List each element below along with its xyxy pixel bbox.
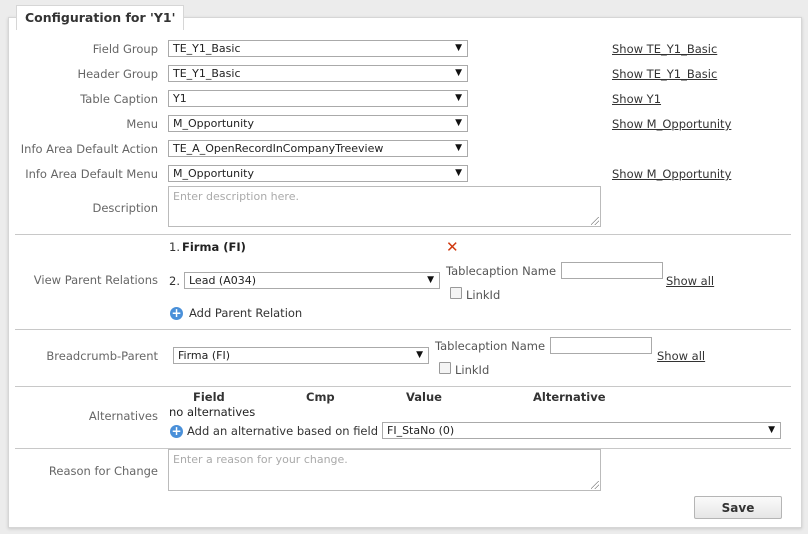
menu-select[interactable]: M_Opportunity ▼ [168, 115, 468, 132]
divider [15, 234, 791, 235]
info-area-default-menu-label: Info Area Default Menu [25, 167, 158, 181]
alternatives-header-cmp: Cmp [306, 390, 335, 404]
show-menu-link[interactable]: Show M_Opportunity [612, 117, 731, 131]
header-group-select[interactable]: TE_Y1_Basic ▼ [168, 65, 468, 82]
breadcrumb-tablecaption-input[interactable] [550, 337, 652, 354]
breadcrumb-linkid-checkbox[interactable] [439, 362, 451, 374]
info-area-default-action-label: Info Area Default Action [20, 142, 158, 156]
no-alternatives-text: no alternatives [169, 405, 256, 419]
breadcrumb-show-all-link[interactable]: Show all [657, 349, 705, 363]
chevron-down-icon: ▼ [455, 168, 462, 178]
chevron-down-icon: ▼ [416, 350, 423, 360]
parent-relation-1-value: Firma (FI) [182, 240, 246, 254]
info-area-default-menu-select[interactable]: M_Opportunity ▼ [168, 165, 468, 182]
reason-for-change-label: Reason for Change [48, 464, 158, 478]
page-title: Configuration for 'Y1' [16, 5, 185, 30]
add-alternative-link[interactable]: Add an alternative based on field [187, 424, 378, 438]
chevron-down-icon: ▼ [427, 275, 434, 285]
header-group-label: Header Group [77, 67, 158, 81]
divider [15, 329, 791, 330]
menu-label: Menu [126, 117, 158, 131]
description-placeholder: Enter description here. [173, 190, 299, 203]
reason-textarea[interactable]: Enter a reason for your change. [168, 449, 601, 491]
breadcrumb-linkid-label: LinkId [455, 363, 490, 377]
chevron-down-icon: ▼ [455, 68, 462, 78]
info-area-default-action-value: TE_A_OpenRecordInCompanyTreeview [173, 142, 384, 155]
resize-grip-icon[interactable] [591, 217, 599, 225]
table-caption-select[interactable]: Y1 ▼ [168, 90, 468, 107]
parent-tablecaption-label: Tablecaption Name [446, 264, 557, 278]
delete-icon[interactable]: ✕ [446, 240, 459, 255]
parent-relation-1-number: 1. [169, 240, 180, 254]
header-group-value: TE_Y1_Basic [173, 67, 241, 80]
alternatives-header-field: Field [193, 390, 225, 404]
table-caption-value: Y1 [173, 92, 187, 105]
breadcrumb-parent-value: Firma (FI) [178, 349, 231, 362]
divider [15, 386, 791, 387]
parent-linkid-label: LinkId [466, 288, 501, 302]
description-label: Description [92, 201, 159, 215]
show-info-area-default-menu-link[interactable]: Show M_Opportunity [612, 167, 731, 181]
table-caption-label: Table Caption [80, 92, 158, 106]
field-group-select[interactable]: TE_Y1_Basic ▼ [168, 40, 468, 57]
chevron-down-icon: ▼ [455, 43, 462, 53]
parent-show-all-link[interactable]: Show all [666, 274, 714, 288]
info-area-default-menu-value: M_Opportunity [173, 167, 255, 180]
resize-grip-icon[interactable] [591, 481, 599, 489]
parent-relation-2-value: Lead (A034) [189, 274, 257, 287]
alternatives-label: Alternatives [88, 409, 158, 423]
field-group-value: TE_Y1_Basic [173, 42, 241, 55]
alternative-field-select[interactable]: FI_StaNo (0) ▼ [382, 422, 781, 439]
alternatives-header-alternative: Alternative [533, 390, 606, 404]
breadcrumb-tablecaption-label: Tablecaption Name [435, 339, 546, 353]
parent-relation-2-select[interactable]: Lead (A034) ▼ [184, 272, 440, 289]
alternative-field-value: FI_StaNo (0) [387, 424, 455, 437]
reason-placeholder: Enter a reason for your change. [173, 453, 348, 466]
add-icon[interactable]: + [170, 307, 183, 320]
show-field-group-link[interactable]: Show TE_Y1_Basic [612, 42, 717, 56]
description-textarea[interactable]: Enter description here. [168, 186, 601, 227]
show-table-caption-link[interactable]: Show Y1 [612, 92, 661, 106]
chevron-down-icon: ▼ [768, 425, 775, 435]
show-header-group-link[interactable]: Show TE_Y1_Basic [612, 67, 717, 81]
parent-relation-2-number: 2. [169, 274, 180, 288]
info-area-default-action-select[interactable]: TE_A_OpenRecordInCompanyTreeview ▼ [168, 140, 468, 157]
view-parent-relations-label: View Parent Relations [33, 273, 158, 287]
breadcrumb-parent-label: Breadcrumb-Parent [46, 349, 158, 363]
chevron-down-icon: ▼ [455, 143, 462, 153]
add-parent-relation-link[interactable]: Add Parent Relation [189, 306, 302, 320]
parent-linkid-checkbox[interactable] [450, 287, 462, 299]
parent-tablecaption-input[interactable] [561, 262, 663, 279]
save-button[interactable]: Save [694, 496, 782, 519]
add-icon[interactable]: + [170, 425, 183, 438]
breadcrumb-parent-select[interactable]: Firma (FI) ▼ [173, 347, 429, 364]
field-group-label: Field Group [92, 42, 158, 56]
chevron-down-icon: ▼ [455, 118, 462, 128]
alternatives-header-value: Value [406, 390, 442, 404]
chevron-down-icon: ▼ [455, 93, 462, 103]
menu-value: M_Opportunity [173, 117, 255, 130]
